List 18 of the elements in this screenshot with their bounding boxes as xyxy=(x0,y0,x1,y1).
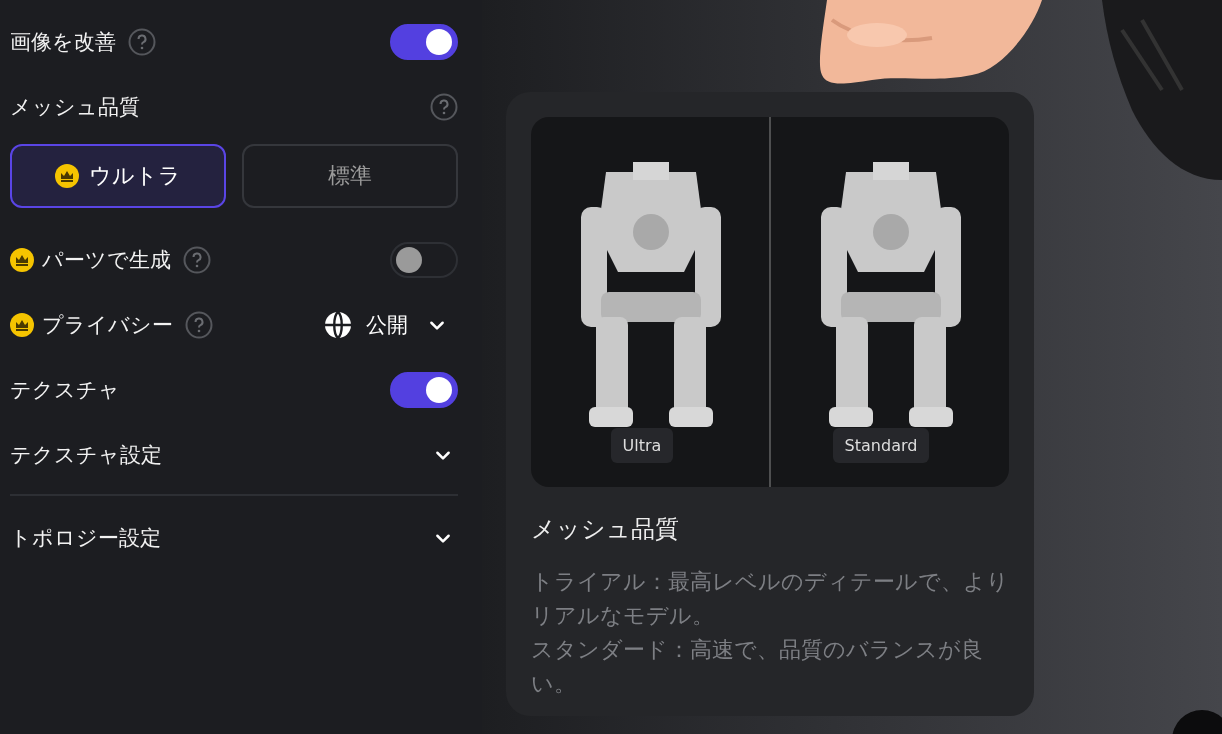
section-header[interactable]: テクスチャ設定 xyxy=(10,441,162,469)
help-icon[interactable] xyxy=(128,28,156,56)
quality-option[interactable]: 標準 xyxy=(242,144,458,208)
toggle-switch[interactable] xyxy=(390,24,458,60)
setting-label: メッシュ品質 xyxy=(10,94,140,121)
toggle-switch[interactable] xyxy=(390,242,458,278)
quality-option[interactable]: ウルトラ xyxy=(10,144,226,208)
setting-label: テクスチャ xyxy=(10,377,120,404)
toggle-switch[interactable] xyxy=(390,372,458,408)
section-header[interactable]: トポロジー設定 xyxy=(10,524,161,552)
help-icon[interactable] xyxy=(430,93,458,121)
setting-label: プライバシー xyxy=(42,312,173,339)
help-icon[interactable] xyxy=(185,311,213,339)
setting-label: パーツで生成 xyxy=(42,247,171,274)
globe-icon xyxy=(324,311,352,339)
setting-label: 画像を改善 xyxy=(10,29,116,56)
privacy-dropdown[interactable]: 公開 xyxy=(324,311,458,339)
help-icon[interactable] xyxy=(183,246,211,274)
